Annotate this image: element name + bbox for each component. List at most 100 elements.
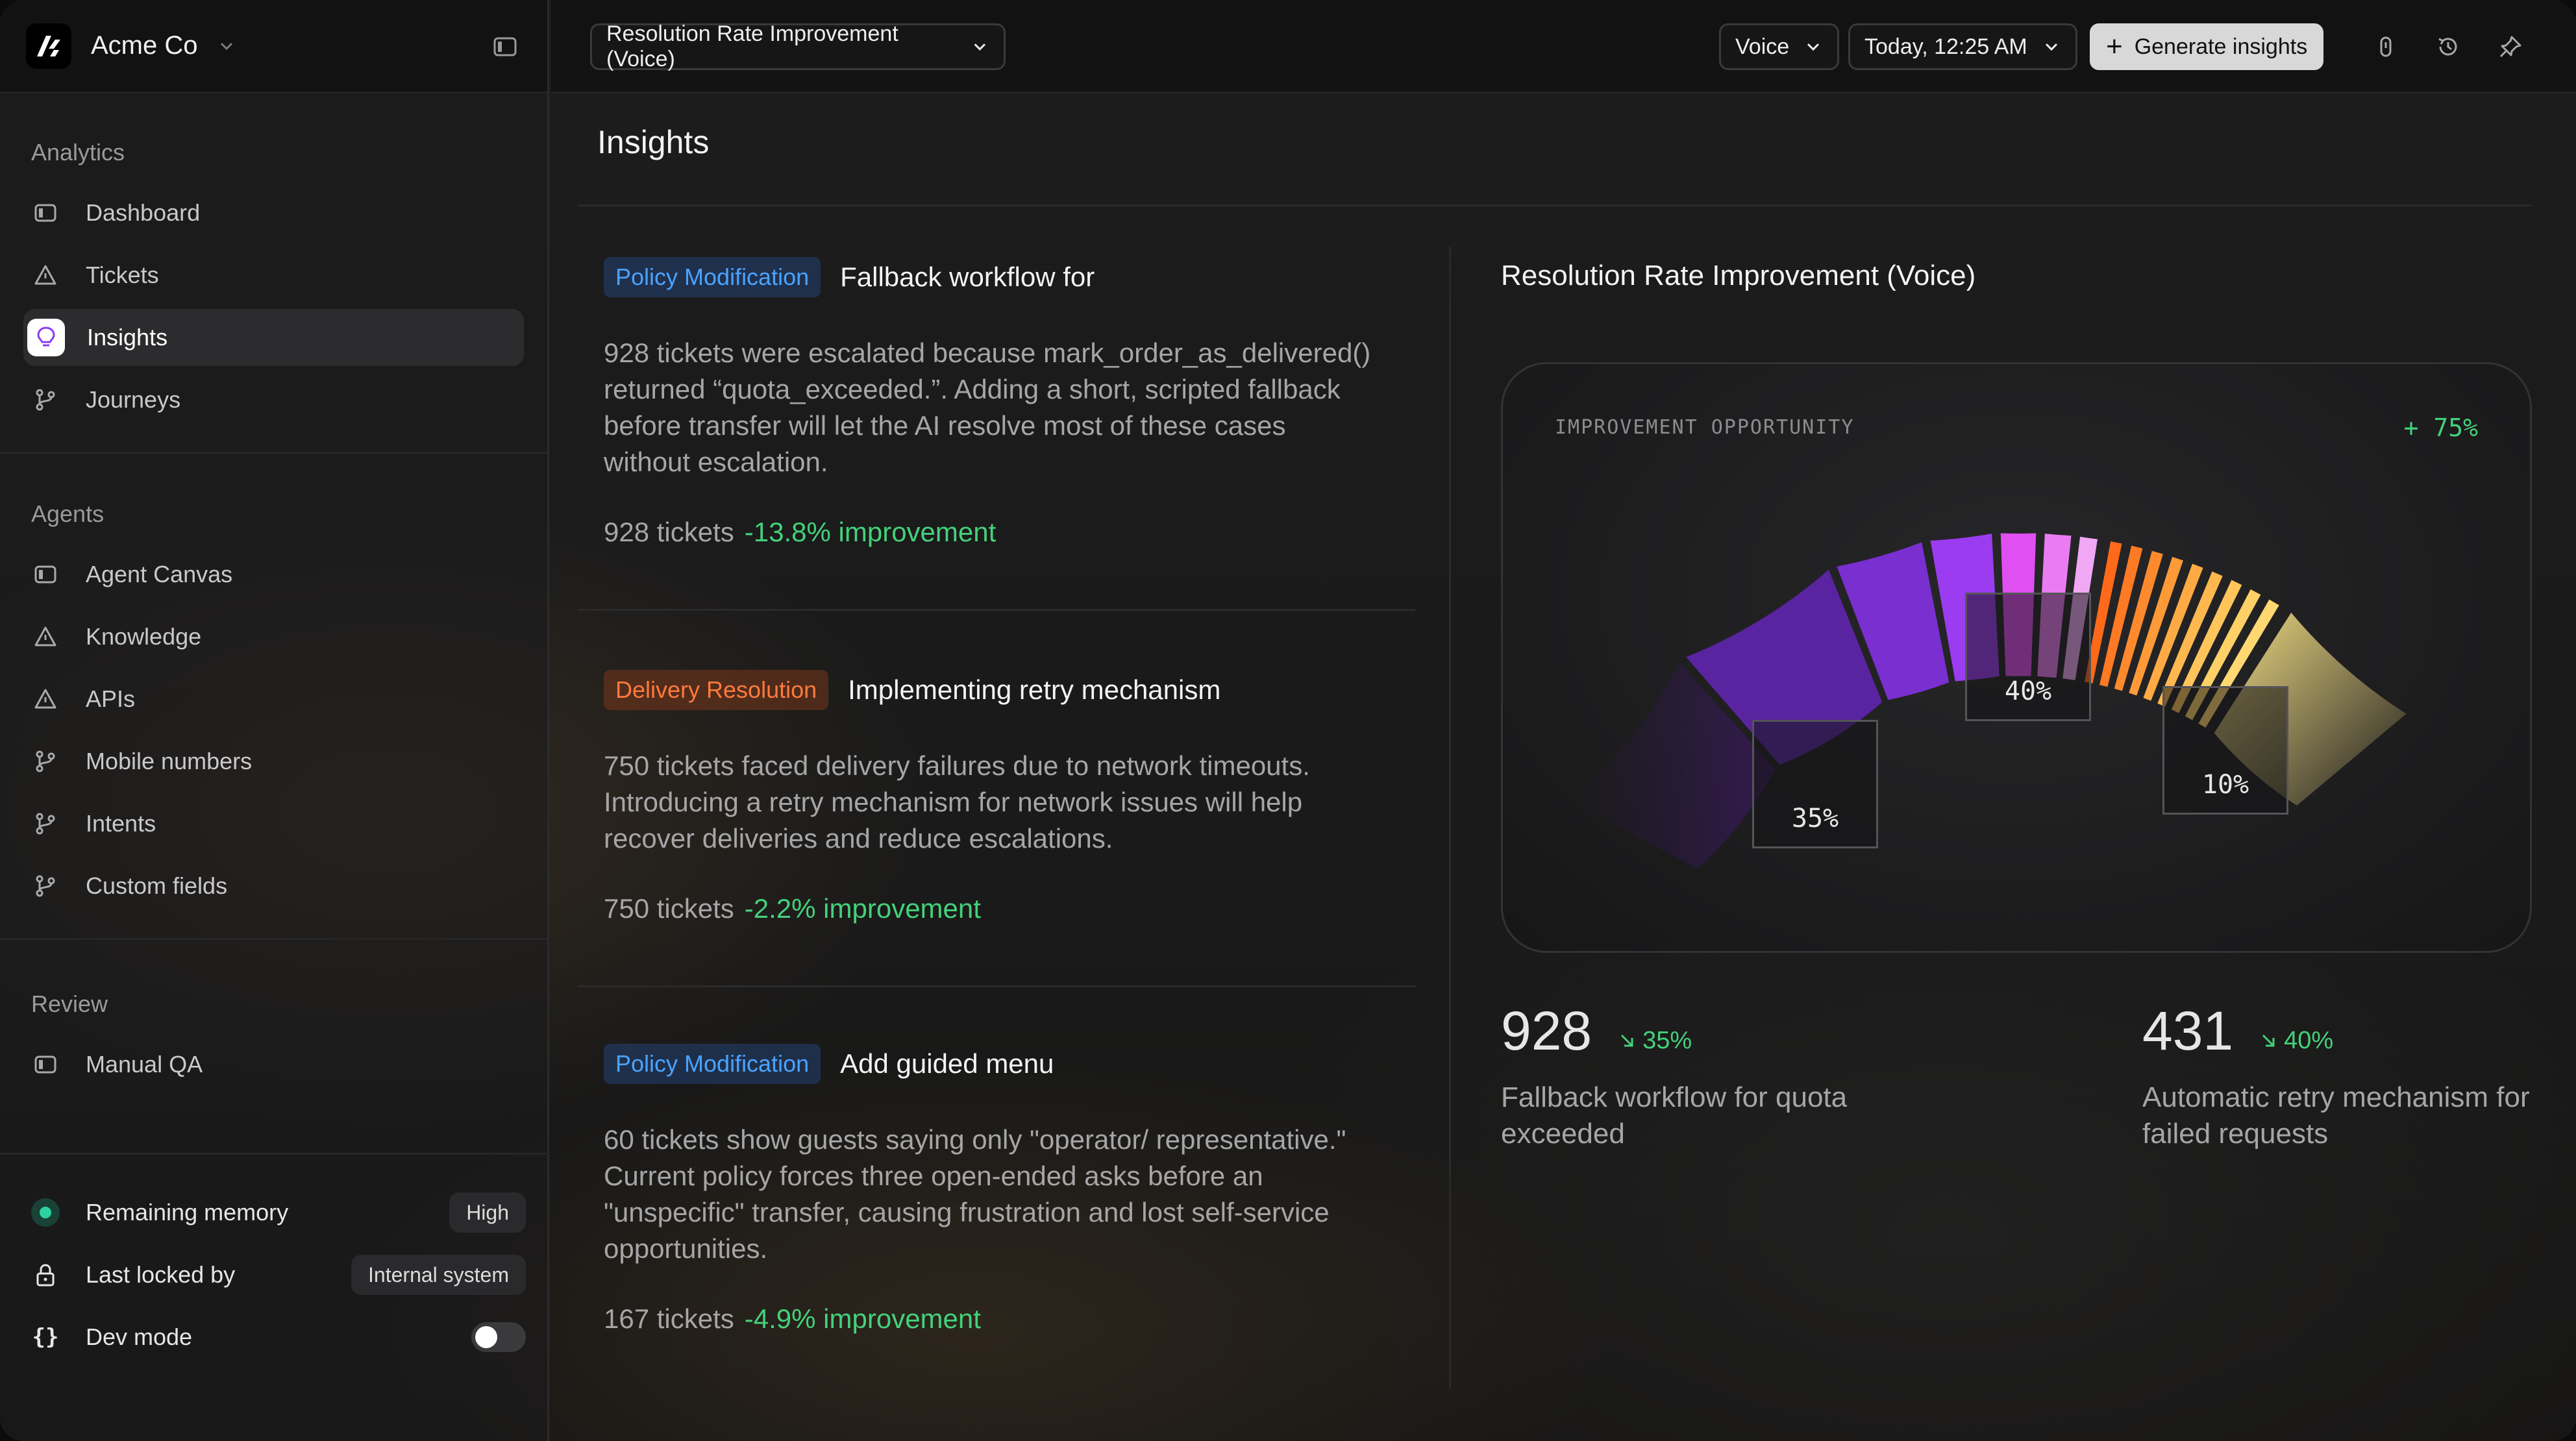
memory-row: Remaining memory High — [23, 1181, 526, 1244]
insight-tag: Policy Modification — [604, 257, 821, 297]
history-icon[interactable] — [2435, 34, 2461, 60]
stat-value-row: 928 35% — [1501, 1000, 1955, 1063]
app-window: Acme Co Analytics Dashboard Tickets Insi… — [0, 0, 2576, 1441]
sidebar-item-apis[interactable]: APIs — [23, 671, 524, 728]
gauge-card: IMPROVEMENT OPPORTUNITY + 75% 35% 40% 10… — [1501, 362, 2532, 953]
divider — [578, 985, 1415, 987]
insight-tag: Policy Modification — [604, 1044, 821, 1084]
insight-card[interactable]: Policy Modification Add guided menu 60 t… — [578, 1044, 1415, 1335]
divider — [0, 1153, 549, 1155]
gauge-callout: 35% — [1752, 720, 1878, 848]
date-select[interactable]: Today, 12:25 AM — [1848, 23, 2077, 70]
insight-card[interactable]: Delivery Resolution Implementing retry m… — [578, 670, 1415, 924]
generate-insights-button[interactable]: + Generate insights — [2090, 23, 2324, 70]
org-switcher[interactable]: Acme Co — [0, 0, 547, 93]
nav-group-analytics: Analytics Dashboard Tickets Insights Jou… — [0, 138, 547, 428]
nav-group-review: Review Manual QA — [0, 989, 547, 1093]
sidebar-status: Remaining memory High Last locked by Int… — [23, 1181, 526, 1368]
sidebar-item-journeys[interactable]: Journeys — [23, 371, 524, 428]
sidebar: Acme Co Analytics Dashboard Tickets Insi… — [0, 0, 549, 1441]
insight-card[interactable]: Policy Modification Fallback workflow fo… — [578, 257, 1415, 548]
chevron-down-icon — [2045, 43, 2057, 51]
sidebar-item-label: Manual QA — [86, 1051, 203, 1078]
sidebar-item-agent-canvas[interactable]: Agent Canvas — [23, 546, 524, 603]
warning-triangle-icon — [31, 261, 60, 289]
sidebar-item-label: Insights — [87, 324, 168, 351]
chart-title: Resolution Rate Improvement (Voice) — [1501, 260, 1976, 291]
dev-mode-toggle[interactable] — [471, 1322, 526, 1352]
sidebar-item-dashboard[interactable]: Dashboard — [23, 184, 524, 241]
status-dot-icon — [31, 1198, 60, 1227]
branch-icon — [31, 809, 60, 838]
locked-badge: Internal system — [351, 1255, 526, 1295]
arrow-down-right-icon — [2262, 1034, 2275, 1047]
insight-meta: 928 tickets -13.8% improvement — [578, 517, 1415, 548]
memory-label: Remaining memory — [86, 1199, 289, 1225]
top-bar: Resolution Rate Improvement (Voice) Voic… — [551, 0, 2576, 93]
report-select[interactable]: Resolution Rate Improvement (Voice) — [590, 21, 1006, 71]
insight-improvement: -2.2% improvement — [744, 893, 981, 924]
branch-icon — [31, 872, 60, 900]
dev-mode-row: {} Dev mode — [23, 1306, 526, 1368]
generate-insights-label: Generate insights — [2134, 34, 2308, 59]
sidebar-item-label: APIs — [86, 685, 136, 712]
insight-header: Delivery Resolution Implementing retry m… — [578, 670, 1415, 710]
insight-ticket-count: 928 tickets — [604, 517, 734, 547]
warning-triangle-icon — [31, 685, 60, 713]
locked-label: Last locked by — [86, 1261, 236, 1288]
sidebar-item-intents[interactable]: Intents — [23, 795, 524, 852]
stat-value-row: 431 40% — [2142, 1000, 2576, 1063]
column-divider — [1449, 247, 1451, 1389]
plus-icon: + — [2106, 31, 2123, 62]
dashboard-icon — [31, 199, 60, 227]
arrow-down-right-icon — [1621, 1034, 1633, 1047]
insight-body: 750 tickets faced delivery failures due … — [604, 750, 1310, 854]
canvas-icon — [31, 560, 60, 589]
insight-header: Policy Modification Fallback workflow fo… — [578, 257, 1415, 297]
channel-select[interactable]: Voice — [1719, 23, 1840, 70]
divider — [578, 204, 2532, 206]
dev-mode-label: Dev mode — [86, 1324, 193, 1350]
sidebar-item-mobile-numbers[interactable]: Mobile numbers — [23, 733, 524, 790]
channel-select-value: Voice — [1735, 34, 1790, 59]
date-select-value: Today, 12:25 AM — [1864, 34, 2027, 59]
nav-group-title: Analytics — [31, 139, 125, 166]
sidebar-item-tickets[interactable]: Tickets — [23, 247, 524, 304]
info-icon[interactable] — [2373, 34, 2399, 60]
locked-row: Last locked by Internal system — [23, 1244, 526, 1306]
divider — [0, 938, 547, 940]
stat-delta: 35% — [1618, 1027, 1692, 1055]
divider — [0, 452, 547, 454]
insight-improvement: -4.9% improvement — [744, 1303, 981, 1334]
stat-delta-value: 40% — [2284, 1026, 2334, 1054]
insight-body: 60 tickets show guests saying only "oper… — [604, 1124, 1346, 1264]
warning-triangle-icon — [31, 622, 60, 651]
sidebar-item-knowledge[interactable]: Knowledge — [23, 608, 524, 665]
insight-tag: Delivery Resolution — [604, 670, 829, 710]
sidebar-item-label: Mobile numbers — [86, 748, 253, 774]
sidebar-item-label: Tickets — [86, 262, 159, 288]
memory-badge: High — [449, 1192, 526, 1233]
stat-delta: 40% — [2259, 1027, 2333, 1055]
stat-delta-value: 35% — [1642, 1026, 1692, 1054]
insight-body: 928 tickets were escalated because mark_… — [604, 338, 1371, 477]
sidebar-item-label: Journeys — [86, 386, 181, 413]
chevron-down-icon — [220, 42, 232, 50]
insight-ticket-count: 167 tickets — [604, 1303, 734, 1334]
pin-icon[interactable] — [2497, 34, 2523, 60]
lightbulb-icon — [27, 319, 65, 356]
nav-group-agents: Agents Agent Canvas Knowledge APIs Mobil… — [0, 499, 547, 915]
insight-title: Add guided menu — [840, 1048, 1054, 1079]
sidebar-item-insights[interactable]: Insights — [23, 309, 524, 366]
insight-title: Implementing retry mechanism — [848, 674, 1221, 705]
sidebar-item-label: Custom fields — [86, 872, 228, 899]
stat-value: 431 — [2142, 1000, 2234, 1061]
gauge-callout: 40% — [1965, 593, 2091, 721]
sidebar-item-manual-qa[interactable]: Manual QA — [23, 1036, 524, 1093]
qa-icon — [31, 1050, 60, 1079]
branch-icon — [31, 747, 60, 776]
sidebar-toggle-icon[interactable] — [492, 34, 518, 60]
nav-group-title: Review — [31, 991, 108, 1017]
org-name: Acme Co — [91, 31, 198, 60]
sidebar-item-custom-fields[interactable]: Custom fields — [23, 857, 524, 915]
